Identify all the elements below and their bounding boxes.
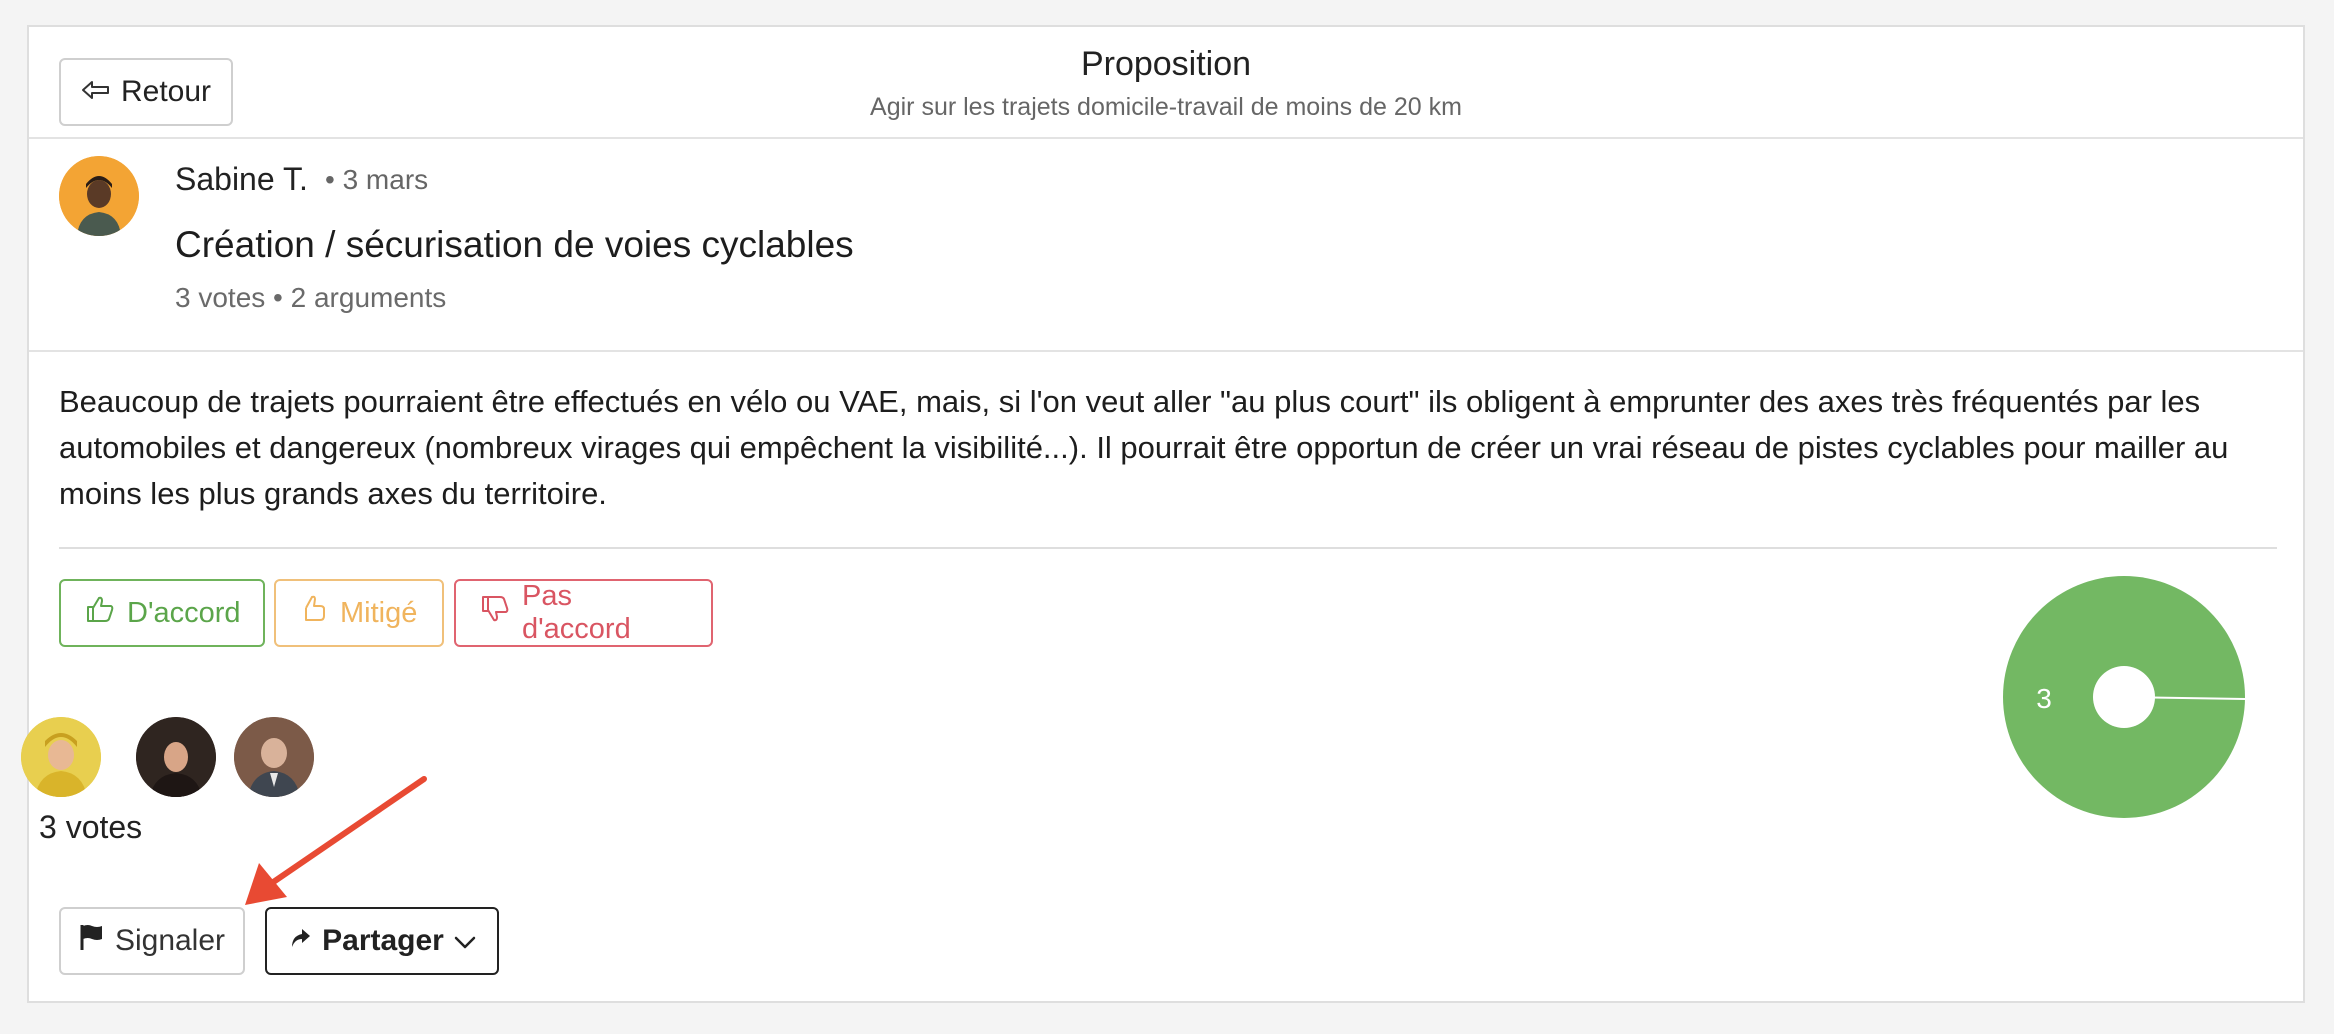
voter-avatar[interactable]: [136, 717, 216, 797]
proposal-card: Retour Proposition Agir sur les trajets …: [21, 25, 2305, 1003]
share-button[interactable]: Partager: [265, 907, 499, 975]
disagree-label: Pas d'accord: [522, 580, 631, 645]
post-date: • 3 mars: [325, 164, 429, 195]
avatar[interactable]: [59, 156, 139, 236]
header: Retour Proposition Agir sur les trajets …: [29, 27, 2303, 139]
hand-point-icon: [300, 594, 328, 632]
proposal-meta: 3 votes • 2 arguments: [175, 282, 447, 313]
report-button[interactable]: Signaler: [59, 907, 245, 975]
report-label: Signaler: [114, 924, 226, 957]
annotation-arrow: [245, 776, 427, 905]
flag-icon: [79, 923, 105, 959]
share-icon: [288, 924, 312, 958]
pie-center-hole: [2093, 666, 2155, 728]
pie-data-label: 3: [2036, 683, 2052, 714]
agree-button[interactable]: D'accord: [59, 579, 265, 647]
agree-label: D'accord: [127, 596, 241, 629]
thumbs-up-icon: [85, 595, 115, 631]
page-title: Proposition: [1080, 45, 1252, 83]
mixed-label: Mitigé: [340, 596, 418, 629]
voter-avatar[interactable]: [21, 717, 101, 797]
author-name[interactable]: Sabine T.: [175, 161, 308, 198]
author-block: Sabine T. • 3 mars Création / sécurisati…: [29, 137, 2303, 352]
proposal-body: Beaucoup de trajets pourraient être effe…: [59, 384, 2229, 511]
votes-count: 3 votes: [39, 809, 143, 845]
mixed-button[interactable]: Mitigé: [274, 579, 444, 647]
divider: [59, 547, 2277, 549]
votes-pie-chart: 3: [2003, 576, 2246, 818]
share-label: Partager: [322, 924, 444, 957]
thumbs-down-icon: [480, 595, 510, 631]
chevron-down-icon: [454, 924, 476, 958]
disagree-button[interactable]: Pas d'accord: [454, 579, 713, 647]
proposal-title: Création / sécurisation de voies cyclabl…: [175, 224, 854, 265]
page-subtitle: Agir sur les trajets domicile-travail de…: [870, 93, 1462, 121]
